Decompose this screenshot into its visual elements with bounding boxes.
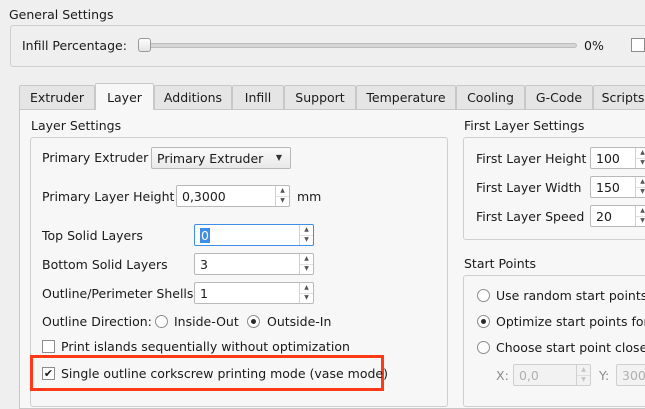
- general-settings-title: General Settings: [9, 7, 114, 22]
- spin-buttons[interactable]: ▲ ▼: [635, 206, 645, 226]
- layer-height-spinbox[interactable]: 0,3000 ▲ ▼: [176, 185, 290, 207]
- vase-mode-label[interactable]: Single outline corkscrew printing mode (…: [61, 366, 388, 381]
- layer-height-unit: mm: [297, 189, 322, 204]
- shells-label: Outline/Perimeter Shells: [42, 286, 194, 301]
- inside-out-label[interactable]: Inside-Out: [174, 314, 239, 329]
- spin-buttons[interactable]: ▲ ▼: [275, 186, 289, 206]
- first-layer-speed-spinbox[interactable]: 20 ▲ ▼: [590, 205, 645, 227]
- print-islands-label[interactable]: Print islands sequentially without optim…: [61, 339, 350, 354]
- primary-extruder-select[interactable]: Primary Extruder ▼: [151, 147, 291, 169]
- tab-temperature[interactable]: Temperature: [356, 85, 456, 109]
- first-layer-width-label: First Layer Width: [476, 180, 582, 195]
- spin-buttons[interactable]: ▲ ▼: [299, 254, 313, 274]
- spin-down-icon[interactable]: ▼: [300, 234, 313, 246]
- spin-buttons[interactable]: ▲ ▼: [635, 177, 645, 197]
- tab-support[interactable]: Support: [284, 85, 356, 109]
- start-y-label: Y:: [599, 368, 610, 383]
- tab-layer[interactable]: Layer: [95, 83, 154, 110]
- start-x-spinbox[interactable]: 0,0 ▲ ▼: [513, 364, 591, 386]
- bottom-solid-layers-label: Bottom Solid Layers: [42, 257, 168, 272]
- chevron-down-icon: ▼: [275, 153, 282, 162]
- print-islands-checkbox[interactable]: [42, 340, 55, 353]
- top-solid-layers-label: Top Solid Layers: [42, 228, 143, 243]
- spin-down-icon[interactable]: ▼: [300, 263, 313, 275]
- spin-buttons[interactable]: ▲ ▼: [635, 148, 645, 168]
- spin-up-icon[interactable]: ▲: [276, 186, 289, 196]
- start-points-title: Start Points: [464, 256, 537, 271]
- spin-down-icon[interactable]: ▼: [636, 186, 645, 198]
- tab-additions[interactable]: Additions: [154, 85, 232, 109]
- infill-percentage-value: 0%: [584, 38, 604, 53]
- first-layer-height-spinbox[interactable]: 100 ▲ ▼: [590, 147, 645, 169]
- first-layer-speed-label: First Layer Speed: [476, 209, 585, 224]
- spin-down-icon[interactable]: ▼: [300, 292, 313, 304]
- first-layer-title: First Layer Settings: [464, 118, 585, 133]
- outside-in-radio[interactable]: [247, 315, 260, 328]
- optimize-start-radio[interactable]: [477, 315, 490, 328]
- spin-up-icon[interactable]: ▲: [300, 254, 313, 264]
- spin-up-icon[interactable]: ▲: [300, 225, 313, 235]
- optimize-start-label[interactable]: Optimize start points for: [496, 314, 645, 329]
- spin-down-icon[interactable]: ▼: [577, 374, 590, 386]
- spin-up-icon[interactable]: ▲: [636, 177, 645, 187]
- spin-buttons[interactable]: ▲ ▼: [299, 225, 313, 245]
- infill-slider-track[interactable]: [145, 43, 577, 48]
- random-start-radio[interactable]: [477, 289, 490, 302]
- spin-up-icon[interactable]: ▲: [636, 206, 645, 216]
- infill-slider-handle[interactable]: [138, 38, 151, 52]
- vase-mode-checkbox[interactable]: ✔: [42, 367, 55, 380]
- layer-height-label: Primary Layer Height: [42, 189, 175, 204]
- closest-start-radio[interactable]: [477, 341, 490, 354]
- spin-up-icon[interactable]: ▲: [577, 365, 590, 375]
- outside-in-label[interactable]: Outside-In: [267, 314, 331, 329]
- spin-down-icon[interactable]: ▼: [636, 215, 645, 227]
- tab-gcode[interactable]: G-Code: [525, 85, 593, 109]
- start-x-label: X:: [496, 368, 509, 383]
- top-solid-layers-spinbox[interactable]: 0 ▲ ▼: [194, 224, 314, 246]
- inside-out-radio[interactable]: [155, 315, 168, 328]
- spin-down-icon[interactable]: ▼: [636, 157, 645, 169]
- outline-direction-label: Outline Direction:: [42, 314, 152, 329]
- spin-down-icon[interactable]: ▼: [276, 195, 289, 207]
- closest-start-label[interactable]: Choose start point closes: [496, 340, 645, 355]
- infill-percentage-label: Infill Percentage:: [22, 38, 127, 53]
- first-layer-height-label: First Layer Height: [476, 151, 587, 166]
- shells-spinbox[interactable]: 1 ▲ ▼: [194, 282, 314, 304]
- general-checkbox[interactable]: [631, 38, 645, 52]
- tab-cooling[interactable]: Cooling: [456, 85, 525, 109]
- spin-buttons[interactable]: ▲ ▼: [576, 365, 590, 385]
- bottom-solid-layers-spinbox[interactable]: 3 ▲ ▼: [194, 253, 314, 275]
- random-start-label[interactable]: Use random start points: [496, 288, 645, 303]
- spin-buttons[interactable]: ▲ ▼: [299, 283, 313, 303]
- tab-infill[interactable]: Infill: [232, 85, 284, 109]
- tab-extruder[interactable]: Extruder: [19, 85, 95, 109]
- spin-up-icon[interactable]: ▲: [636, 148, 645, 158]
- first-layer-width-spinbox[interactable]: 150 ▲ ▼: [590, 176, 645, 198]
- layer-settings-title: Layer Settings: [31, 118, 122, 133]
- start-y-spinbox[interactable]: 300: [616, 364, 645, 386]
- tab-scripts[interactable]: Scripts: [593, 85, 645, 109]
- primary-extruder-label: Primary Extruder: [42, 150, 149, 165]
- spin-up-icon[interactable]: ▲: [300, 283, 313, 293]
